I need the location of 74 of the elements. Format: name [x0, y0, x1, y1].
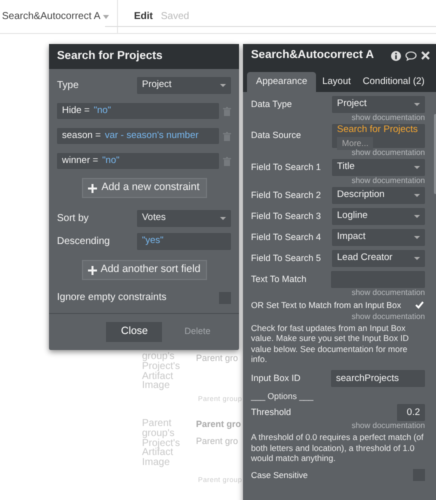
- select-field[interactable]: Title: [332, 159, 425, 176]
- dialog-title: Search for Projects: [57, 48, 162, 64]
- panel-title: Search&Autocorrect A: [251, 48, 374, 63]
- input-field[interactable]: searchProjects: [331, 370, 425, 387]
- checkbox[interactable]: [413, 299, 425, 312]
- field-label: Sort by: [57, 212, 89, 226]
- caret-icon: [103, 14, 109, 18]
- field-label: Descending: [57, 235, 110, 249]
- field-label: Case Sensitive: [251, 468, 308, 482]
- tab[interactable]: Layout: [316, 72, 357, 92]
- canvas-text: Parent gro: [196, 420, 242, 430]
- constraint-key: winner =: [62, 154, 98, 168]
- constraint-field[interactable]: season = var - season's number: [57, 128, 219, 144]
- field-label: Field To Search 5: [251, 252, 322, 265]
- select-field[interactable]: Votes: [137, 210, 231, 227]
- field-label: Ignore empty constraints: [57, 291, 166, 305]
- tab[interactable]: Conditional (2): [356, 72, 431, 92]
- trash-icon[interactable]: [223, 106, 231, 116]
- constraint-field[interactable]: Hide = "no": [57, 103, 219, 119]
- element-name: Search&Autocorrect A: [2, 10, 100, 24]
- field-label: Input Box ID: [251, 372, 302, 385]
- constraint-key: Hide =: [62, 104, 90, 118]
- close-icon[interactable]: [421, 51, 430, 60]
- select-field[interactable]: Lead Creator: [332, 250, 425, 267]
- field-label: Type: [57, 79, 79, 93]
- section-heading: ___ Options ___: [251, 390, 314, 402]
- save-status: Saved: [160, 10, 190, 24]
- field-label: Text To Match: [251, 272, 308, 286]
- caret-icon: [414, 236, 420, 239]
- input-field[interactable]: "yes": [137, 233, 231, 250]
- field-label: OR Set Text to Match from an Input Box: [251, 299, 402, 312]
- caret-icon: [414, 257, 420, 260]
- comment-icon[interactable]: [405, 50, 417, 60]
- add-button[interactable]: Add a new constraint: [82, 178, 206, 198]
- select-field[interactable]: Project: [332, 96, 425, 113]
- help-text: A threshold of 0.0 requires a perfect match (of both letters and location), a threshold of 1.0 would match anything.: [251, 432, 424, 464]
- constraint-value: "no": [94, 104, 112, 118]
- plus-icon: [88, 266, 97, 274]
- tab[interactable]: Appearance: [247, 72, 316, 92]
- caret-icon: [414, 103, 420, 106]
- select-field[interactable]: Description: [332, 187, 425, 204]
- constraint-value: "no": [102, 154, 120, 168]
- caret-icon: [414, 215, 420, 218]
- field-label: Field To Search 4: [251, 230, 322, 244]
- caret-icon: [414, 166, 420, 169]
- info-icon[interactable]: [391, 50, 401, 60]
- constraint-key: season =: [62, 128, 101, 144]
- field-label: Threshold: [251, 406, 292, 419]
- select-field[interactable]: Project: [137, 77, 231, 94]
- data-source-field[interactable]: Search for Projects More...: [332, 124, 425, 148]
- caret-icon: [220, 217, 226, 220]
- help-text: Check for fast updates from an Input Box value. Make sure you set the Input Box ID value below. See documentation for more info.: [251, 322, 410, 365]
- caret-icon: [220, 84, 226, 87]
- select-field[interactable]: Impact: [332, 229, 425, 246]
- caret-icon: [414, 194, 420, 197]
- element-dropdown[interactable]: Search&Autocorrect A: [0, 0, 118, 33]
- edit-tab[interactable]: Edit: [134, 9, 153, 24]
- input-field[interactable]: 0.2: [397, 404, 425, 422]
- field-label: Data Source: [251, 129, 302, 142]
- close-button[interactable]: Close: [106, 322, 162, 342]
- plus-icon: [88, 184, 98, 192]
- trash-icon[interactable]: [223, 132, 231, 140]
- add-button[interactable]: Add another sort field: [82, 260, 206, 280]
- field-label: Field To Search 3: [251, 210, 322, 223]
- field-label: Field To Search 1: [251, 160, 322, 174]
- canvas-text: Parent gro: [196, 437, 238, 446]
- data-source-value[interactable]: Search for Projects: [337, 122, 418, 137]
- field-label: Data Type: [251, 98, 293, 111]
- constraint-value: var - season's number: [104, 128, 199, 143]
- select-field[interactable]: Logline: [332, 208, 425, 225]
- constraint-field[interactable]: winner = "no": [57, 153, 219, 169]
- canvas-text: Parent gro: [196, 354, 238, 364]
- trash-icon[interactable]: [223, 156, 231, 166]
- field-label: Field To Search 2: [251, 188, 322, 202]
